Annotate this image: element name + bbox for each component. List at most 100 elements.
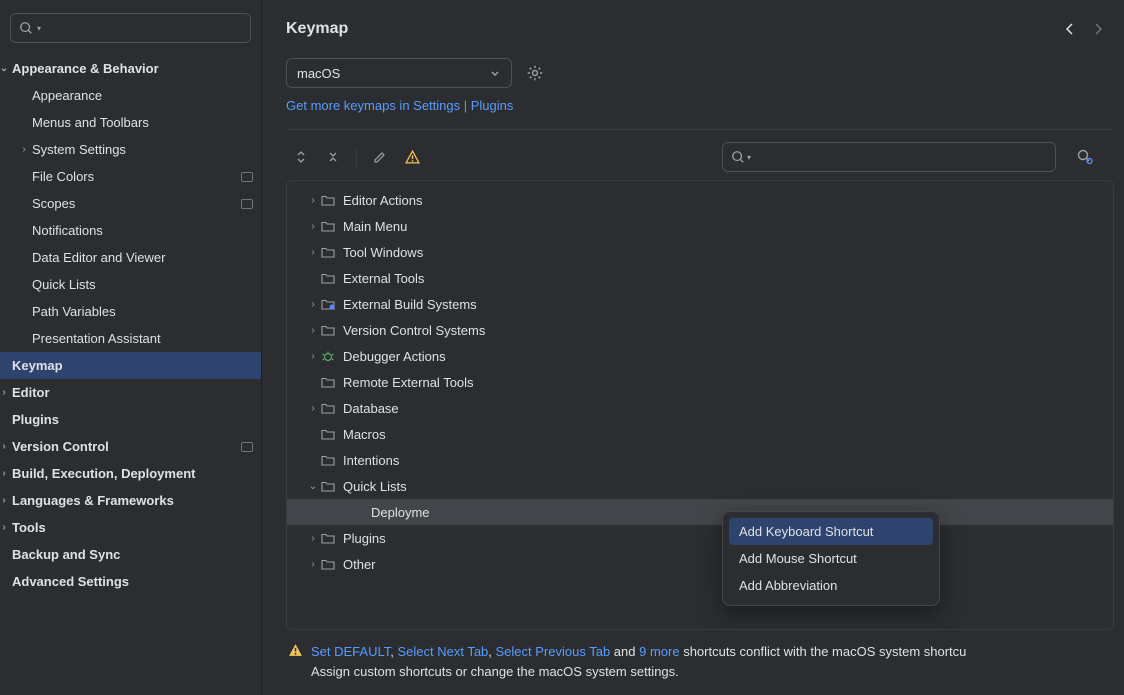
action-item-tool-windows[interactable]: › Tool Windows <box>287 239 1113 265</box>
warning-link-next-tab[interactable]: Select Next Tab <box>397 644 488 659</box>
sidebar-search[interactable]: ▾ <box>10 13 251 43</box>
keymap-select[interactable]: macOS <box>286 58 512 88</box>
chevron-right-icon: › <box>305 325 321 336</box>
action-item-label: Debugger Actions <box>343 349 446 364</box>
sidebar-item-presentation-assistant[interactable]: Presentation Assistant <box>0 325 261 352</box>
action-item-macros[interactable]: Macros <box>287 421 1113 447</box>
sidebar-item-advanced-settings[interactable]: Advanced Settings <box>0 568 261 595</box>
nav-arrows <box>1062 21 1106 37</box>
sidebar-item-appearance[interactable]: Appearance <box>0 82 261 109</box>
sidebar-item-build-execution-deployment[interactable]: ›Build, Execution, Deployment <box>0 460 261 487</box>
action-item-external-build-systems[interactable]: ›External Build Systems <box>287 291 1113 317</box>
sidebar-item-languages-frameworks[interactable]: ›Languages & Frameworks <box>0 487 261 514</box>
find-by-shortcut-button[interactable] <box>1074 146 1096 168</box>
sidebar-item-menus-and-toolbars[interactable]: Menus and Toolbars <box>0 109 261 136</box>
search-icon <box>731 150 745 164</box>
folder-icon <box>321 323 337 337</box>
sidebar-item-label: Backup and Sync <box>12 547 253 562</box>
scope-badge-icon <box>241 442 253 452</box>
action-item-external-tools[interactable]: External Tools <box>287 265 1113 291</box>
main-panel: Keymap macOS Get more keymaps in Setting… <box>262 0 1124 695</box>
sidebar-item-path-variables[interactable]: Path Variables <box>0 298 261 325</box>
chevron-right-icon: › <box>305 403 321 414</box>
warning-text: Set DEFAULT, Select Next Tab, Select Pre… <box>311 642 966 681</box>
sidebar-item-backup-and-sync[interactable]: Backup and Sync <box>0 541 261 568</box>
action-item-label: Quick Lists <box>343 479 407 494</box>
menu-item-add-mouse-shortcut[interactable]: Add Mouse Shortcut <box>729 545 933 572</box>
sidebar-item-quick-lists[interactable]: Quick Lists <box>0 271 261 298</box>
sidebar-item-version-control[interactable]: ›Version Control <box>0 433 261 460</box>
action-item-intentions[interactable]: Intentions <box>287 447 1113 473</box>
chevron-right-icon: › <box>305 247 321 258</box>
chevron-right-icon: › <box>305 533 321 544</box>
chevron-right-icon: › <box>0 441 12 452</box>
action-item-deployme[interactable]: Deployme <box>287 499 1113 525</box>
sidebar-item-notifications[interactable]: Notifications <box>0 217 261 244</box>
sidebar-item-tools[interactable]: ›Tools <box>0 514 261 541</box>
chevron-right-icon: › <box>0 495 12 506</box>
menu-item-add-keyboard-shortcut[interactable]: Add Keyboard Shortcut <box>729 518 933 545</box>
sidebar-item-label: Tools <box>12 520 253 535</box>
sidebar-item-system-settings[interactable]: ›System Settings <box>0 136 261 163</box>
action-item-editor-actions[interactable]: ›Editor Actions <box>287 187 1113 213</box>
action-item-other[interactable]: ›Other <box>287 551 1113 577</box>
gear-icon[interactable] <box>526 64 544 82</box>
sidebar-search-container: ▾ <box>0 0 261 51</box>
action-item-label: External Build Systems <box>343 297 477 312</box>
action-item-label: Database <box>343 401 399 416</box>
sidebar-item-label: Presentation Assistant <box>32 331 253 346</box>
expand-all-button[interactable] <box>290 146 312 168</box>
spacer <box>305 377 321 388</box>
action-item-database[interactable]: › Database <box>287 395 1113 421</box>
sidebar-item-editor[interactable]: ›Editor <box>0 379 261 406</box>
action-item-debugger-actions[interactable]: ›Debugger Actions <box>287 343 1113 369</box>
keymap-select-row: macOS <box>286 58 1114 88</box>
folder-icon <box>321 531 337 545</box>
actions-search[interactable]: ▾ <box>722 142 1056 172</box>
chevron-right-icon: › <box>0 387 12 398</box>
warning-filter-button[interactable] <box>401 146 423 168</box>
actions-tree: ›Editor Actions›Main Menu›Tool Windows E… <box>286 180 1114 630</box>
sidebar-item-keymap[interactable]: Keymap <box>0 352 261 379</box>
action-item-main-menu[interactable]: ›Main Menu <box>287 213 1113 239</box>
sidebar-item-label: Notifications <box>32 223 253 238</box>
warning-link-prev-tab[interactable]: Select Previous Tab <box>496 644 611 659</box>
action-item-version-control-systems[interactable]: ›Version Control Systems <box>287 317 1113 343</box>
chevron-down-icon: ⌄ <box>0 63 12 74</box>
folder-icon <box>321 479 337 493</box>
folder-icon <box>321 375 337 389</box>
action-item-remote-external-tools[interactable]: Remote External Tools <box>287 369 1113 395</box>
settings-sidebar: ▾ ⌄Appearance & BehaviorAppearanceMenus … <box>0 0 262 695</box>
sidebar-item-data-editor-and-viewer[interactable]: Data Editor and Viewer <box>0 244 261 271</box>
collapse-all-button[interactable] <box>322 146 344 168</box>
chevron-right-icon: › <box>305 195 321 206</box>
warning-link-default[interactable]: Set DEFAULT <box>311 644 390 659</box>
sidebar-item-plugins[interactable]: Plugins <box>0 406 261 433</box>
warning-link-more[interactable]: 9 more <box>639 644 679 659</box>
action-item-quick-lists[interactable]: ⌄Quick Lists <box>287 473 1113 499</box>
menu-item-add-abbreviation[interactable]: Add Abbreviation <box>729 572 933 599</box>
sidebar-item-label: Plugins <box>12 412 253 427</box>
folder-icon <box>321 271 337 285</box>
sidebar-search-input[interactable] <box>45 21 242 36</box>
conflict-warning: Set DEFAULT, Select Next Tab, Select Pre… <box>286 638 1114 685</box>
folder-icon <box>321 245 337 259</box>
more-keymaps-link[interactable]: Get more keymaps in Settings | Plugins <box>286 98 513 113</box>
action-item-label: Macros <box>343 427 386 442</box>
edit-shortcut-button[interactable] <box>369 146 391 168</box>
actions-search-input[interactable] <box>751 150 1047 165</box>
action-item-label: Tool Windows <box>343 245 423 260</box>
sidebar-item-label: Build, Execution, Deployment <box>12 466 253 481</box>
sidebar-item-appearance-behavior[interactable]: ⌄Appearance & Behavior <box>0 55 261 82</box>
forward-button[interactable] <box>1090 21 1106 37</box>
sidebar-item-label: Keymap <box>12 358 253 373</box>
chevron-down-icon <box>489 67 501 79</box>
sidebar-item-scopes[interactable]: Scopes <box>0 190 261 217</box>
spacer <box>305 455 321 466</box>
sidebar-item-file-colors[interactable]: File Colors <box>0 163 261 190</box>
actions-toolbar: ▾ <box>286 129 1114 172</box>
title-row: Keymap <box>286 20 1114 38</box>
back-button[interactable] <box>1062 21 1078 37</box>
chevron-right-icon: › <box>305 221 321 232</box>
action-item-plugins[interactable]: ›Plugins <box>287 525 1113 551</box>
